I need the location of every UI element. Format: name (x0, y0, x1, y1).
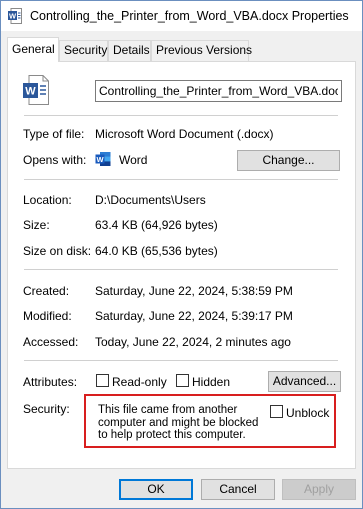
accessed-label: Accessed: (23, 335, 79, 349)
properties-window: W Controlling_the_Printer_from_Word_VBA.… (0, 0, 363, 509)
window-title: Controlling_the_Printer_from_Word_VBA.do… (30, 9, 349, 23)
security-label: Security: (23, 402, 70, 416)
readonly-checkbox[interactable] (96, 374, 109, 387)
created-value: Saturday, June 22, 2024, 5:38:59 PM (95, 284, 293, 298)
divider (24, 115, 338, 116)
tab-security-label: Security (64, 43, 108, 57)
divider (24, 360, 338, 361)
svg-text:W: W (25, 86, 36, 98)
security-message: This file came from another computer and… (98, 404, 259, 441)
created-label: Created: (23, 284, 70, 298)
divider (24, 179, 338, 180)
size-on-disk-label: Size on disk: (23, 244, 92, 258)
type-of-file-value: Microsoft Word Document (.docx) (95, 127, 274, 141)
tab-strip: General Security Details Previous Versio… (1, 31, 362, 62)
modified-label: Modified: (23, 309, 72, 323)
unblock-label[interactable]: Unblock (286, 406, 329, 420)
location-label: Location: (23, 193, 72, 207)
title-bar: W Controlling_the_Printer_from_Word_VBA.… (1, 1, 362, 31)
filename-field[interactable] (95, 80, 342, 102)
svg-text:W: W (9, 12, 17, 21)
accessed-value: Today, June 22, 2024, 2 minutes ago (95, 335, 291, 349)
size-value: 63.4 KB (64,926 bytes) (95, 218, 218, 232)
word-app-icon: W (95, 152, 111, 166)
hidden-label[interactable]: Hidden (192, 375, 230, 389)
apply-button[interactable]: Apply (282, 479, 356, 500)
svg-text:W: W (96, 155, 104, 164)
cancel-button[interactable]: Cancel (201, 479, 275, 500)
tab-details-label: Details (113, 43, 150, 57)
advanced-button[interactable]: Advanced... (268, 371, 341, 392)
opens-with-label: Opens with: (23, 153, 87, 167)
size-on-disk-value: 64.0 KB (65,536 bytes) (95, 244, 218, 258)
hidden-checkbox[interactable] (176, 374, 189, 387)
location-value: D:\Documents\Users (95, 193, 206, 207)
type-of-file-label: Type of file: (23, 127, 85, 141)
size-label: Size: (23, 218, 50, 232)
opens-with-value: Word (119, 153, 148, 167)
unblock-checkbox[interactable] (270, 405, 283, 418)
modified-value: Saturday, June 22, 2024, 5:39:17 PM (95, 309, 293, 323)
readonly-label[interactable]: Read-only (112, 375, 167, 389)
security-highlight-box: This file came from another computer and… (84, 394, 336, 448)
tab-details[interactable]: Details (108, 40, 151, 61)
tab-general[interactable]: General (7, 37, 59, 62)
general-panel: W Type of file: Microsoft Word Document … (7, 61, 356, 469)
word-document-icon: W (23, 75, 49, 105)
attributes-label: Attributes: (23, 375, 78, 389)
change-button[interactable]: Change... (237, 150, 340, 171)
tab-general-label: General (12, 42, 55, 56)
divider (24, 269, 338, 270)
ok-button[interactable]: OK (119, 479, 193, 500)
tab-previous-versions[interactable]: Previous Versions (151, 40, 253, 61)
tab-previous-versions-label: Previous Versions (156, 43, 253, 57)
word-doc-icon: W (8, 8, 22, 24)
tab-security[interactable]: Security (59, 40, 108, 61)
